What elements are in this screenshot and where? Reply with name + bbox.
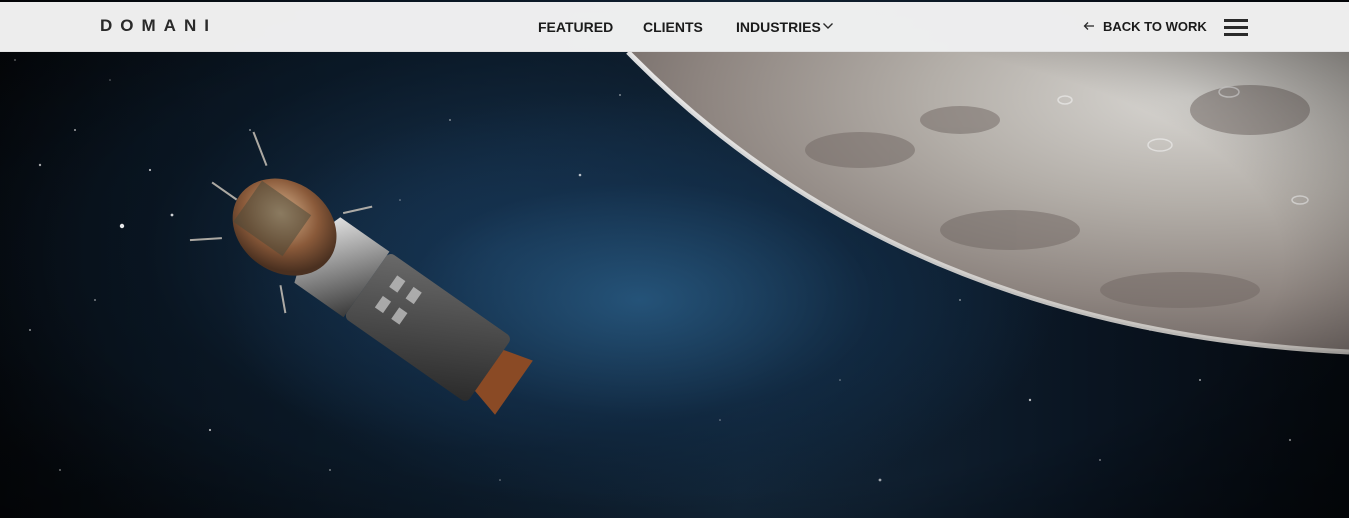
nav-item-industries[interactable]: INDUSTRIES: [736, 19, 821, 35]
back-to-work-link[interactable]: BACK TO WORK: [1083, 19, 1207, 37]
hamburger-menu-icon[interactable]: [1224, 19, 1248, 37]
back-to-work-label: BACK TO WORK: [1103, 19, 1207, 34]
arrow-left-icon: [1083, 22, 1094, 30]
nav-item-featured[interactable]: FEATURED: [538, 19, 613, 35]
top-navigation-bar: DOMANI FEATURED CLIENTS INDUSTRIES BACK …: [0, 2, 1349, 52]
space-scene: [0, 0, 1349, 518]
menu-bar-middle: [1224, 26, 1248, 29]
page: DOMANI FEATURED CLIENTS INDUSTRIES BACK …: [0, 0, 1349, 518]
chevron-down-icon[interactable]: [822, 21, 834, 31]
brand-logo[interactable]: DOMANI: [100, 16, 217, 36]
hero-image: [0, 0, 1349, 518]
menu-bar-bottom: [1224, 33, 1248, 36]
menu-bar-top: [1224, 19, 1248, 22]
nav-item-clients[interactable]: CLIENTS: [643, 19, 703, 35]
